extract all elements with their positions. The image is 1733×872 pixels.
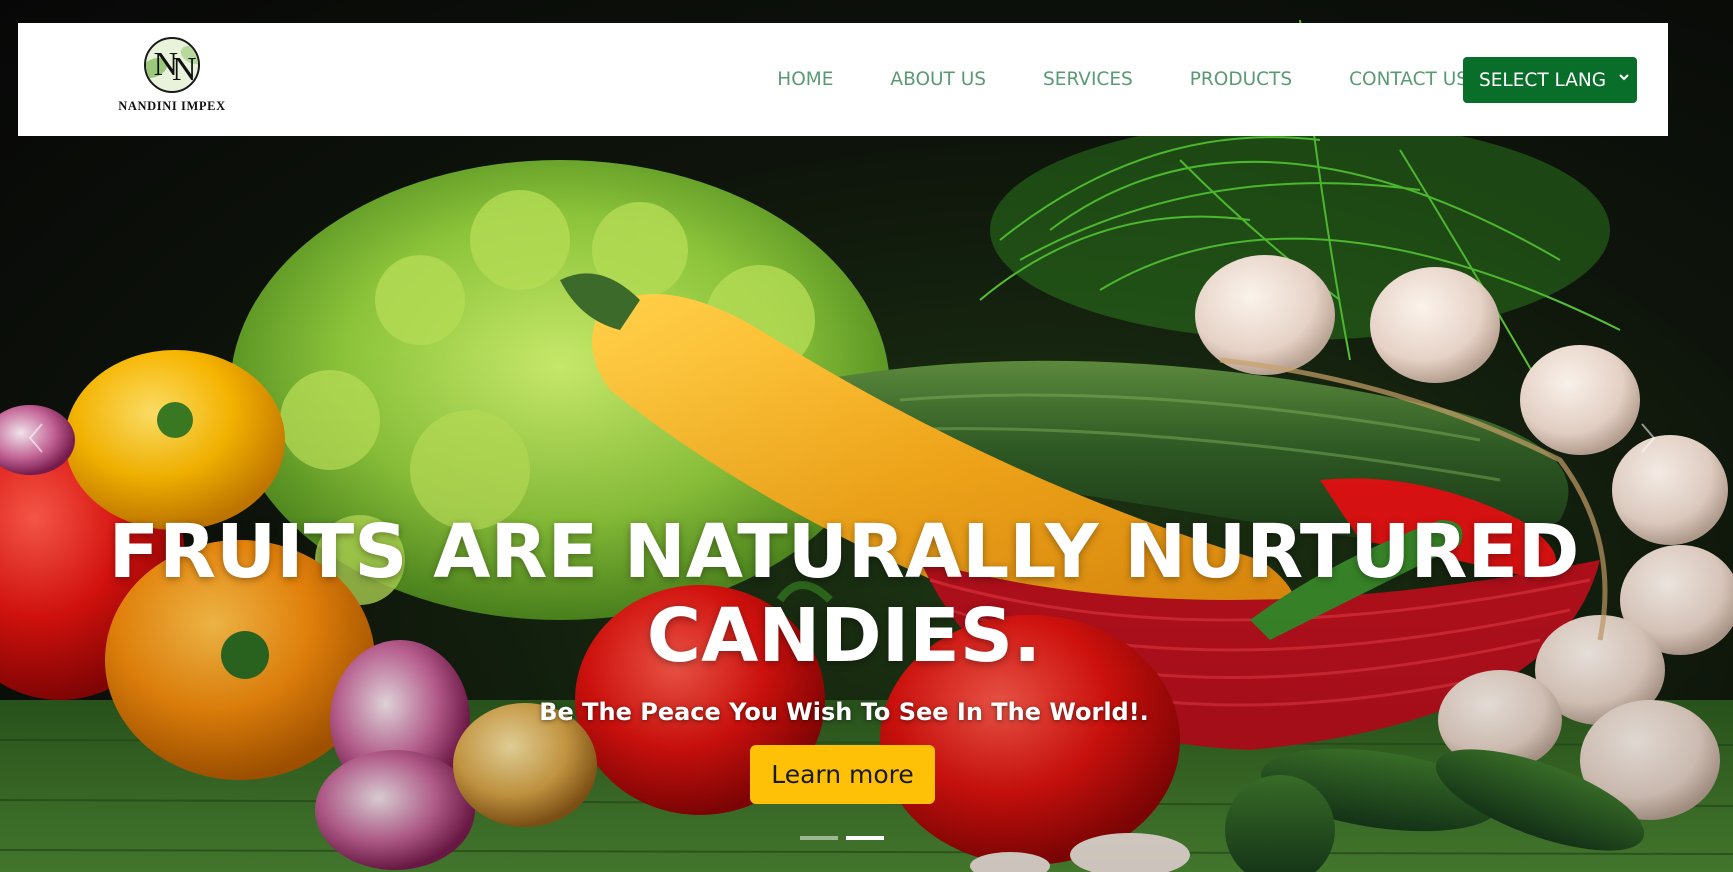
carousel-next-icon[interactable] [1636, 420, 1660, 456]
hero-subheadline: Be The Peace You Wish To See In The Worl… [539, 698, 1149, 726]
leaf-monogram-logo-icon: NN [144, 37, 200, 93]
nav-about-us[interactable]: ABOUT US [890, 69, 986, 90]
brand-name: NANDINI IMPEX [118, 99, 226, 113]
nav-contact-us[interactable]: CONTACT US [1349, 69, 1468, 90]
brand-logo[interactable]: NN NANDINI IMPEX [102, 37, 242, 125]
site-header: NN NANDINI IMPEX HOME ABOUT US SERVICES … [18, 23, 1668, 136]
hero-headline: FRUITS ARE NATURALLY NURTURED CANDIES. [0, 510, 1688, 678]
carousel-indicators [800, 836, 884, 840]
page: NN NANDINI IMPEX HOME ABOUT US SERVICES … [0, 0, 1733, 872]
logo-monogram: NN [153, 46, 196, 88]
carousel-prev-icon[interactable] [24, 420, 48, 456]
nav-home[interactable]: HOME [777, 69, 833, 90]
carousel-indicator-2[interactable] [846, 836, 884, 840]
carousel-indicator-1[interactable] [800, 836, 838, 840]
nav-products[interactable]: PRODUCTS [1190, 69, 1292, 90]
language-select-label: SELECT LANG [1479, 69, 1607, 91]
hero-headline-line-2: CANDIES. [646, 593, 1042, 679]
chevron-down-icon [1619, 74, 1629, 81]
language-select[interactable]: SELECT LANG [1463, 57, 1637, 103]
main-nav: HOME ABOUT US SERVICES PRODUCTS CONTACT … [777, 23, 1468, 136]
hero-headline-line-1: FRUITS ARE NATURALLY NURTURED [108, 509, 1580, 595]
learn-more-button[interactable]: Learn more [750, 745, 935, 804]
nav-services[interactable]: SERVICES [1043, 69, 1133, 90]
